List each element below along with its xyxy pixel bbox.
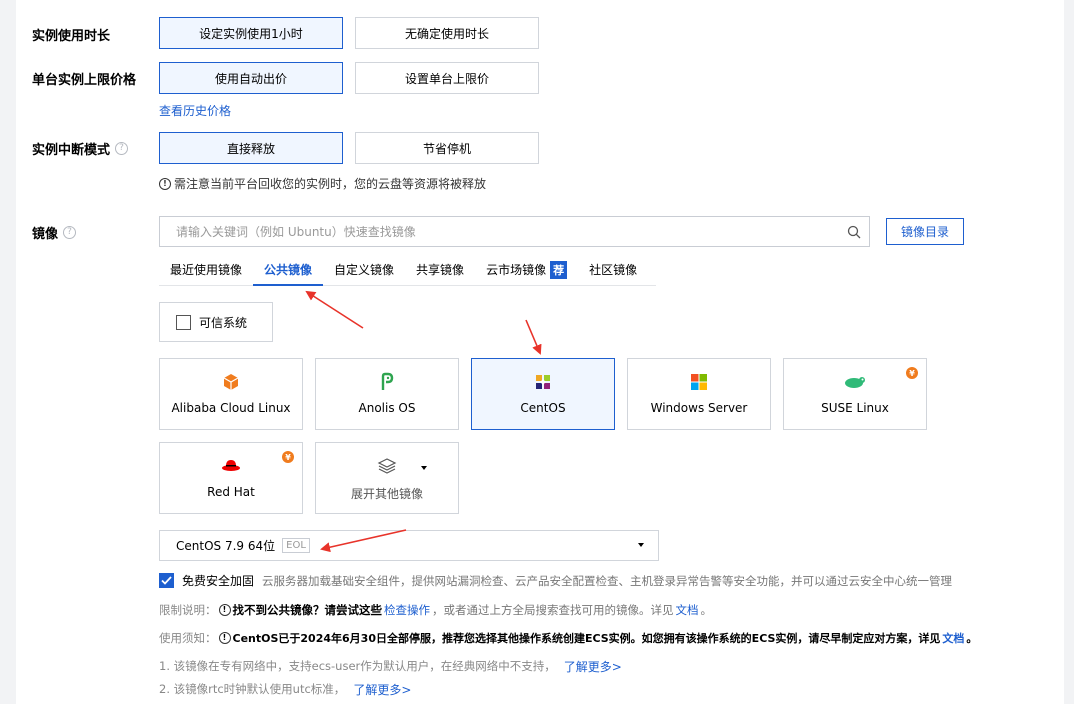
image-tabs: 最近使用镜像 公共镜像 自定义镜像 共享镜像 云市场镜像荐 社区镜像 xyxy=(159,254,656,286)
image-card-centos[interactable]: CentOS xyxy=(471,358,615,430)
alibaba-cloud-linux-icon xyxy=(221,372,241,392)
image-catalog-button[interactable]: 镜像目录 xyxy=(886,218,964,245)
tab-shared[interactable]: 共享镜像 xyxy=(405,254,475,285)
image-search-input[interactable] xyxy=(160,217,839,246)
suse-icon xyxy=(843,372,867,392)
image-card-label: Windows Server xyxy=(650,401,748,415)
notice-doc-link[interactable]: 文档 xyxy=(942,630,964,646)
interrupt-note: ! 需注意当前平台回收您的实例时，您的云盘等资源将被释放 xyxy=(159,175,486,192)
release-option[interactable]: 直接释放 xyxy=(159,132,343,164)
help-icon[interactable]: ? xyxy=(115,141,129,155)
footnote-text: 1. 该镜像在专有网络中，支持ecs-user作为默认用户，在经典网络中不支持， xyxy=(159,659,556,673)
price-history-link[interactable]: 查看历史价格 xyxy=(159,102,231,119)
image-card-label: 展开其他镜像 xyxy=(350,487,423,501)
security-hardening-desc: 云服务器加载基础安全组件，提供网站漏洞检查、云产品安全配置检查、主机登录异常告警… xyxy=(262,573,953,588)
security-hardening-label: 免费安全加固 xyxy=(182,574,255,588)
footnote-text: 2. 该镜像rtc时钟默认使用utc标准， xyxy=(159,682,346,696)
duration-label: 实例使用时长 xyxy=(32,24,110,44)
eol-tag: EOL xyxy=(282,538,310,553)
image-card-more[interactable]: 展开其他镜像 xyxy=(315,442,459,514)
limit-doc-link[interactable]: 文档 xyxy=(676,602,699,618)
limit-bold-text: 找不到公共镜像？请尝试这些 xyxy=(232,603,383,617)
notice-bold-text: CentOS已于2024年6月30日全部停服，推荐您选择其他操作系统创建ECS实… xyxy=(232,632,941,645)
image-card-label: SUSE Linux xyxy=(821,401,889,415)
image-card-windows-server[interactable]: Windows Server xyxy=(627,358,771,430)
footnote-2: 2. 该镜像rtc时钟默认使用utc标准， 了解更多> xyxy=(159,681,411,698)
duration-option-1h[interactable]: 设定实例使用1小时 xyxy=(159,17,343,49)
tab-recent[interactable]: 最近使用镜像 xyxy=(159,254,253,285)
anolis-os-icon xyxy=(379,372,395,392)
image-version-value: CentOS 7.9 64位 xyxy=(176,539,276,553)
info-icon: ! xyxy=(159,177,171,190)
config-panel: 实例使用时长 设定实例使用1小时 无确定使用时长 单台实例上限价格 使用自动出价… xyxy=(16,0,1064,704)
interrupt-mode-label: 实例中断模式 ? xyxy=(32,138,129,158)
tab-custom[interactable]: 自定义镜像 xyxy=(323,254,405,285)
image-card-label: Anolis OS xyxy=(358,401,416,415)
trusted-system-label: 可信系统 xyxy=(199,315,248,330)
security-hardening-checkbox[interactable] xyxy=(159,573,174,588)
notice-note: 使用须知： ! CentOS已于2024年6月30日全部停服，推荐您选择其他操作… xyxy=(159,630,977,646)
recommend-badge: 荐 xyxy=(550,260,568,279)
trusted-system-toggle[interactable]: 可信系统 xyxy=(159,302,273,342)
tab-marketplace[interactable]: 云市场镜像荐 xyxy=(475,254,578,285)
search-icon[interactable] xyxy=(839,225,869,239)
windows-icon xyxy=(691,372,707,392)
limit-rest-text: ，或者通过上方全局搜索查找可用的镜像。详见 xyxy=(432,603,674,617)
image-version-select[interactable]: CentOS 7.9 64位 EOL xyxy=(159,530,659,561)
centos-icon xyxy=(533,372,553,392)
chevron-down-icon xyxy=(421,466,427,470)
image-search-box xyxy=(159,216,870,247)
info-icon: ! xyxy=(218,604,231,616)
tab-public[interactable]: 公共镜像 xyxy=(253,254,324,286)
image-card-label: Red Hat xyxy=(207,485,255,499)
limit-note: 限制说明： ! 找不到公共镜像？请尝试这些 检查操作 ，或者通过上方全局搜索查找… xyxy=(159,602,712,618)
interrupt-note-text: 需注意当前平台回收您的实例时，您的云盘等资源将被释放 xyxy=(174,177,487,191)
image-card-label: CentOS xyxy=(520,401,566,415)
image-card-label: Alibaba Cloud Linux xyxy=(171,401,291,415)
image-card-alibaba-cloud-linux[interactable]: Alibaba Cloud Linux xyxy=(159,358,303,430)
auto-bid-option[interactable]: 使用自动出价 xyxy=(159,62,343,94)
footnote-1: 1. 该镜像在专有网络中，支持ecs-user作为默认用户，在经典网络中不支持，… xyxy=(159,658,622,675)
image-card-red-hat[interactable]: ¥ Red Hat xyxy=(159,442,303,514)
limit-end-text: 。 xyxy=(700,603,713,617)
image-label-text: 镜像 xyxy=(32,226,59,242)
learn-more-link[interactable]: 了解更多> xyxy=(564,658,622,675)
trusted-system-checkbox[interactable] xyxy=(176,314,191,330)
check-operation-link[interactable]: 检查操作 xyxy=(384,602,430,618)
redhat-icon xyxy=(221,456,241,476)
interrupt-mode-label-text: 实例中断模式 xyxy=(32,142,111,158)
help-icon[interactable]: ? xyxy=(63,225,77,239)
duration-option-unlimited[interactable]: 无确定使用时长 xyxy=(355,17,539,49)
image-card-suse-linux[interactable]: ¥ SUSE Linux xyxy=(783,358,927,430)
tab-community[interactable]: 社区镜像 xyxy=(578,254,648,285)
price-limit-label: 单台实例上限价格 xyxy=(32,68,136,88)
info-icon: ! xyxy=(218,632,231,644)
notice-end-text: 。 xyxy=(966,632,978,645)
price-limit-label-text: 单台实例上限价格 xyxy=(32,72,137,88)
chevron-down-icon xyxy=(638,543,644,547)
set-max-price-option[interactable]: 设置单台上限价 xyxy=(355,62,539,94)
notice-title: 使用须知： xyxy=(159,631,217,645)
image-card-anolis-os[interactable]: Anolis OS xyxy=(315,358,459,430)
duration-label-text: 实例使用时长 xyxy=(32,28,111,44)
limit-title: 限制说明： xyxy=(159,603,217,617)
layers-icon xyxy=(377,456,397,476)
paid-badge: ¥ xyxy=(906,367,918,379)
image-label: 镜像 ? xyxy=(32,222,77,242)
tab-marketplace-label: 云市场镜像 xyxy=(486,263,547,277)
stop-save-option[interactable]: 节省停机 xyxy=(355,132,539,164)
paid-badge: ¥ xyxy=(282,451,294,463)
learn-more-link[interactable]: 了解更多> xyxy=(353,681,411,698)
security-hardening-row: 免费安全加固 云服务器加载基础安全组件，提供网站漏洞检查、云产品安全配置检查、主… xyxy=(159,572,952,589)
